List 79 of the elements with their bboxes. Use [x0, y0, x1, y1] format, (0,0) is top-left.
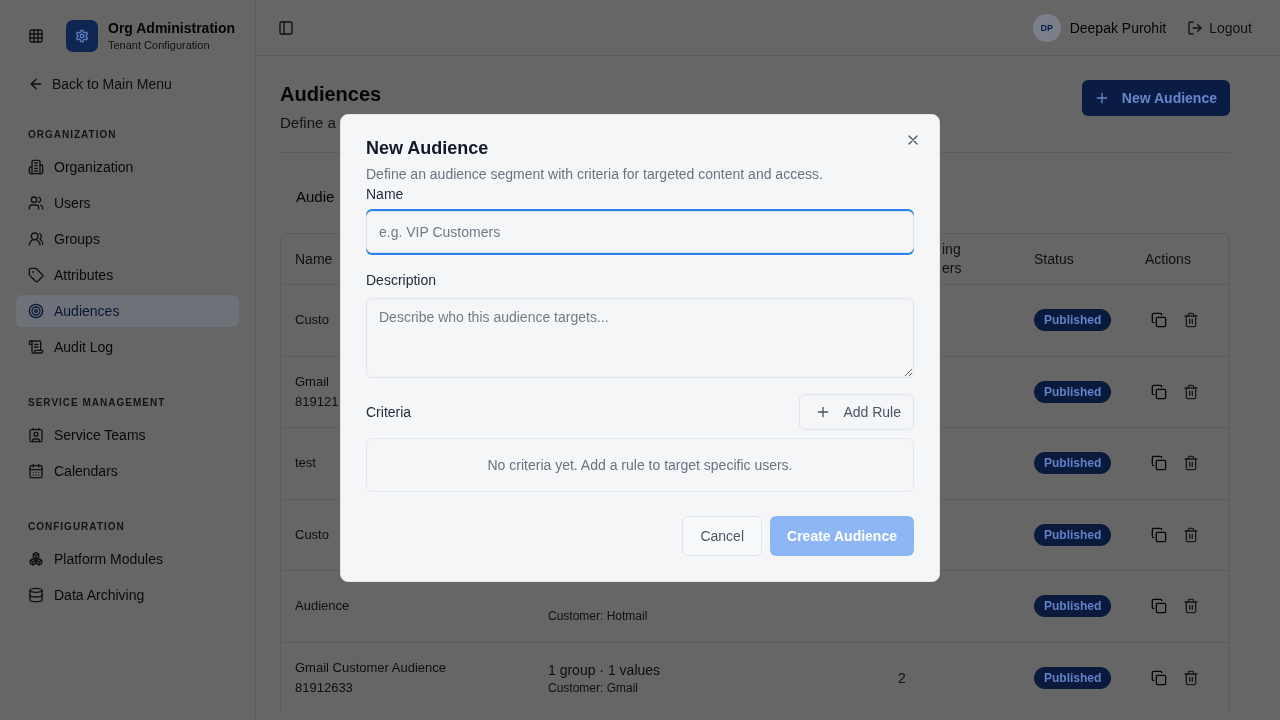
column-header: Name — [295, 251, 333, 267]
detail-text: Customer: Gmail — [548, 679, 639, 696]
field-label: Name — [366, 185, 405, 204]
grid-icon[interactable] — [28, 28, 44, 44]
section-heading: CONFIGURATION — [28, 520, 126, 534]
nav-item[interactable]: Service Teams — [16, 419, 239, 451]
page-subtitle: Define a — [280, 113, 336, 133]
nav-item[interactable]: Attributes — [16, 259, 239, 291]
database-icon — [28, 587, 44, 603]
trash-icon[interactable] — [1183, 312, 1199, 329]
calendar-icon — [28, 463, 44, 479]
sidebar-toggle-icon[interactable] — [278, 19, 294, 36]
building-icon — [28, 159, 44, 175]
trash-icon[interactable] — [1183, 383, 1199, 400]
cubes-icon — [28, 551, 44, 567]
description-input[interactable]: Describe who this audience targets... — [366, 298, 914, 378]
logout-button[interactable]: Logout — [1187, 19, 1252, 36]
copy-icon[interactable] — [1151, 312, 1167, 329]
app-title: Org Administration — [108, 20, 236, 37]
empty-state: No criteria yet. Add a rule to target specific users. — [366, 438, 914, 492]
copy-icon[interactable] — [1151, 383, 1167, 400]
audience-name: Gmail Customer Audience 81912633 — [295, 658, 447, 697]
tag-icon — [28, 267, 44, 283]
nav-item[interactable]: Platform Modules — [16, 543, 239, 575]
logout-icon — [1187, 19, 1204, 36]
nav-item[interactable]: Groups — [16, 223, 239, 255]
nav-item[interactable]: Audiences — [16, 295, 239, 327]
add-rule-button[interactable]: Add Rule — [799, 394, 914, 430]
user-name: Deepak Purohit — [1069, 19, 1167, 36]
column-header: Status — [1034, 251, 1074, 267]
back-link[interactable]: Back to Main Menu — [28, 72, 255, 95]
copy-icon[interactable] — [1151, 455, 1167, 472]
scroll-icon — [28, 339, 44, 355]
nav-item[interactable]: Organization — [16, 151, 239, 183]
status-badge: Published — [1034, 309, 1112, 332]
target-icon — [28, 303, 44, 319]
copy-icon[interactable] — [1151, 526, 1167, 543]
audience-name: test — [295, 454, 316, 473]
summary-text: 1 group · 1 values — [548, 660, 661, 680]
copy-icon[interactable] — [1151, 598, 1167, 615]
new-audience-button[interactable]: New Audience — [1081, 80, 1230, 116]
status-badge: Published — [1034, 523, 1112, 546]
field-label: Description — [366, 271, 438, 290]
audience-name: Custo — [295, 311, 329, 330]
field-label: Criteria — [366, 403, 412, 422]
people-icon — [28, 231, 44, 247]
page-title: Audiences — [280, 82, 382, 107]
trash-icon[interactable] — [1183, 669, 1199, 686]
nav-item[interactable]: Users — [16, 187, 239, 219]
trash-icon[interactable] — [1183, 598, 1199, 615]
status-badge: Published — [1034, 595, 1112, 618]
column-header: Actions — [1145, 251, 1191, 267]
count-text: 2 — [898, 669, 906, 686]
section-heading: SERVICE MANAGEMENT — [28, 396, 167, 410]
user-avatar: DP — [1032, 13, 1061, 42]
audience-name: Custo — [295, 525, 329, 544]
dialog-description: Define an audience segment with criteria for targeted content and access. — [366, 165, 824, 184]
copy-icon[interactable] — [1151, 669, 1167, 686]
nav-item[interactable]: Audit Log — [16, 331, 239, 363]
status-badge: Published — [1034, 452, 1112, 475]
column-header: ing ers — [942, 240, 963, 278]
detail-text: Customer: Hotmail — [548, 608, 648, 625]
app-subtitle: Tenant Configuration — [108, 38, 211, 52]
audience-name: Audience — [295, 597, 350, 616]
dialog-title: New Audience — [366, 137, 490, 160]
contact-card-icon — [28, 427, 44, 443]
trash-icon[interactable] — [1183, 455, 1199, 472]
status-badge: Published — [1034, 380, 1112, 403]
nav-item[interactable]: Data Archiving — [16, 579, 239, 611]
status-badge: Published — [1034, 666, 1112, 689]
nav-item[interactable]: Calendars — [16, 455, 239, 487]
section-heading: ORGANIZATION — [28, 128, 118, 142]
users-icon — [28, 195, 44, 211]
gear-icon — [66, 20, 98, 52]
audience-name: Gmail 819121 — [295, 372, 339, 411]
trash-icon[interactable] — [1183, 526, 1199, 543]
secondary-button[interactable]: Cancel — [682, 516, 763, 556]
card-title: Audie — [296, 188, 335, 205]
name-input[interactable]: e.g. VIP Customers — [366, 211, 914, 253]
